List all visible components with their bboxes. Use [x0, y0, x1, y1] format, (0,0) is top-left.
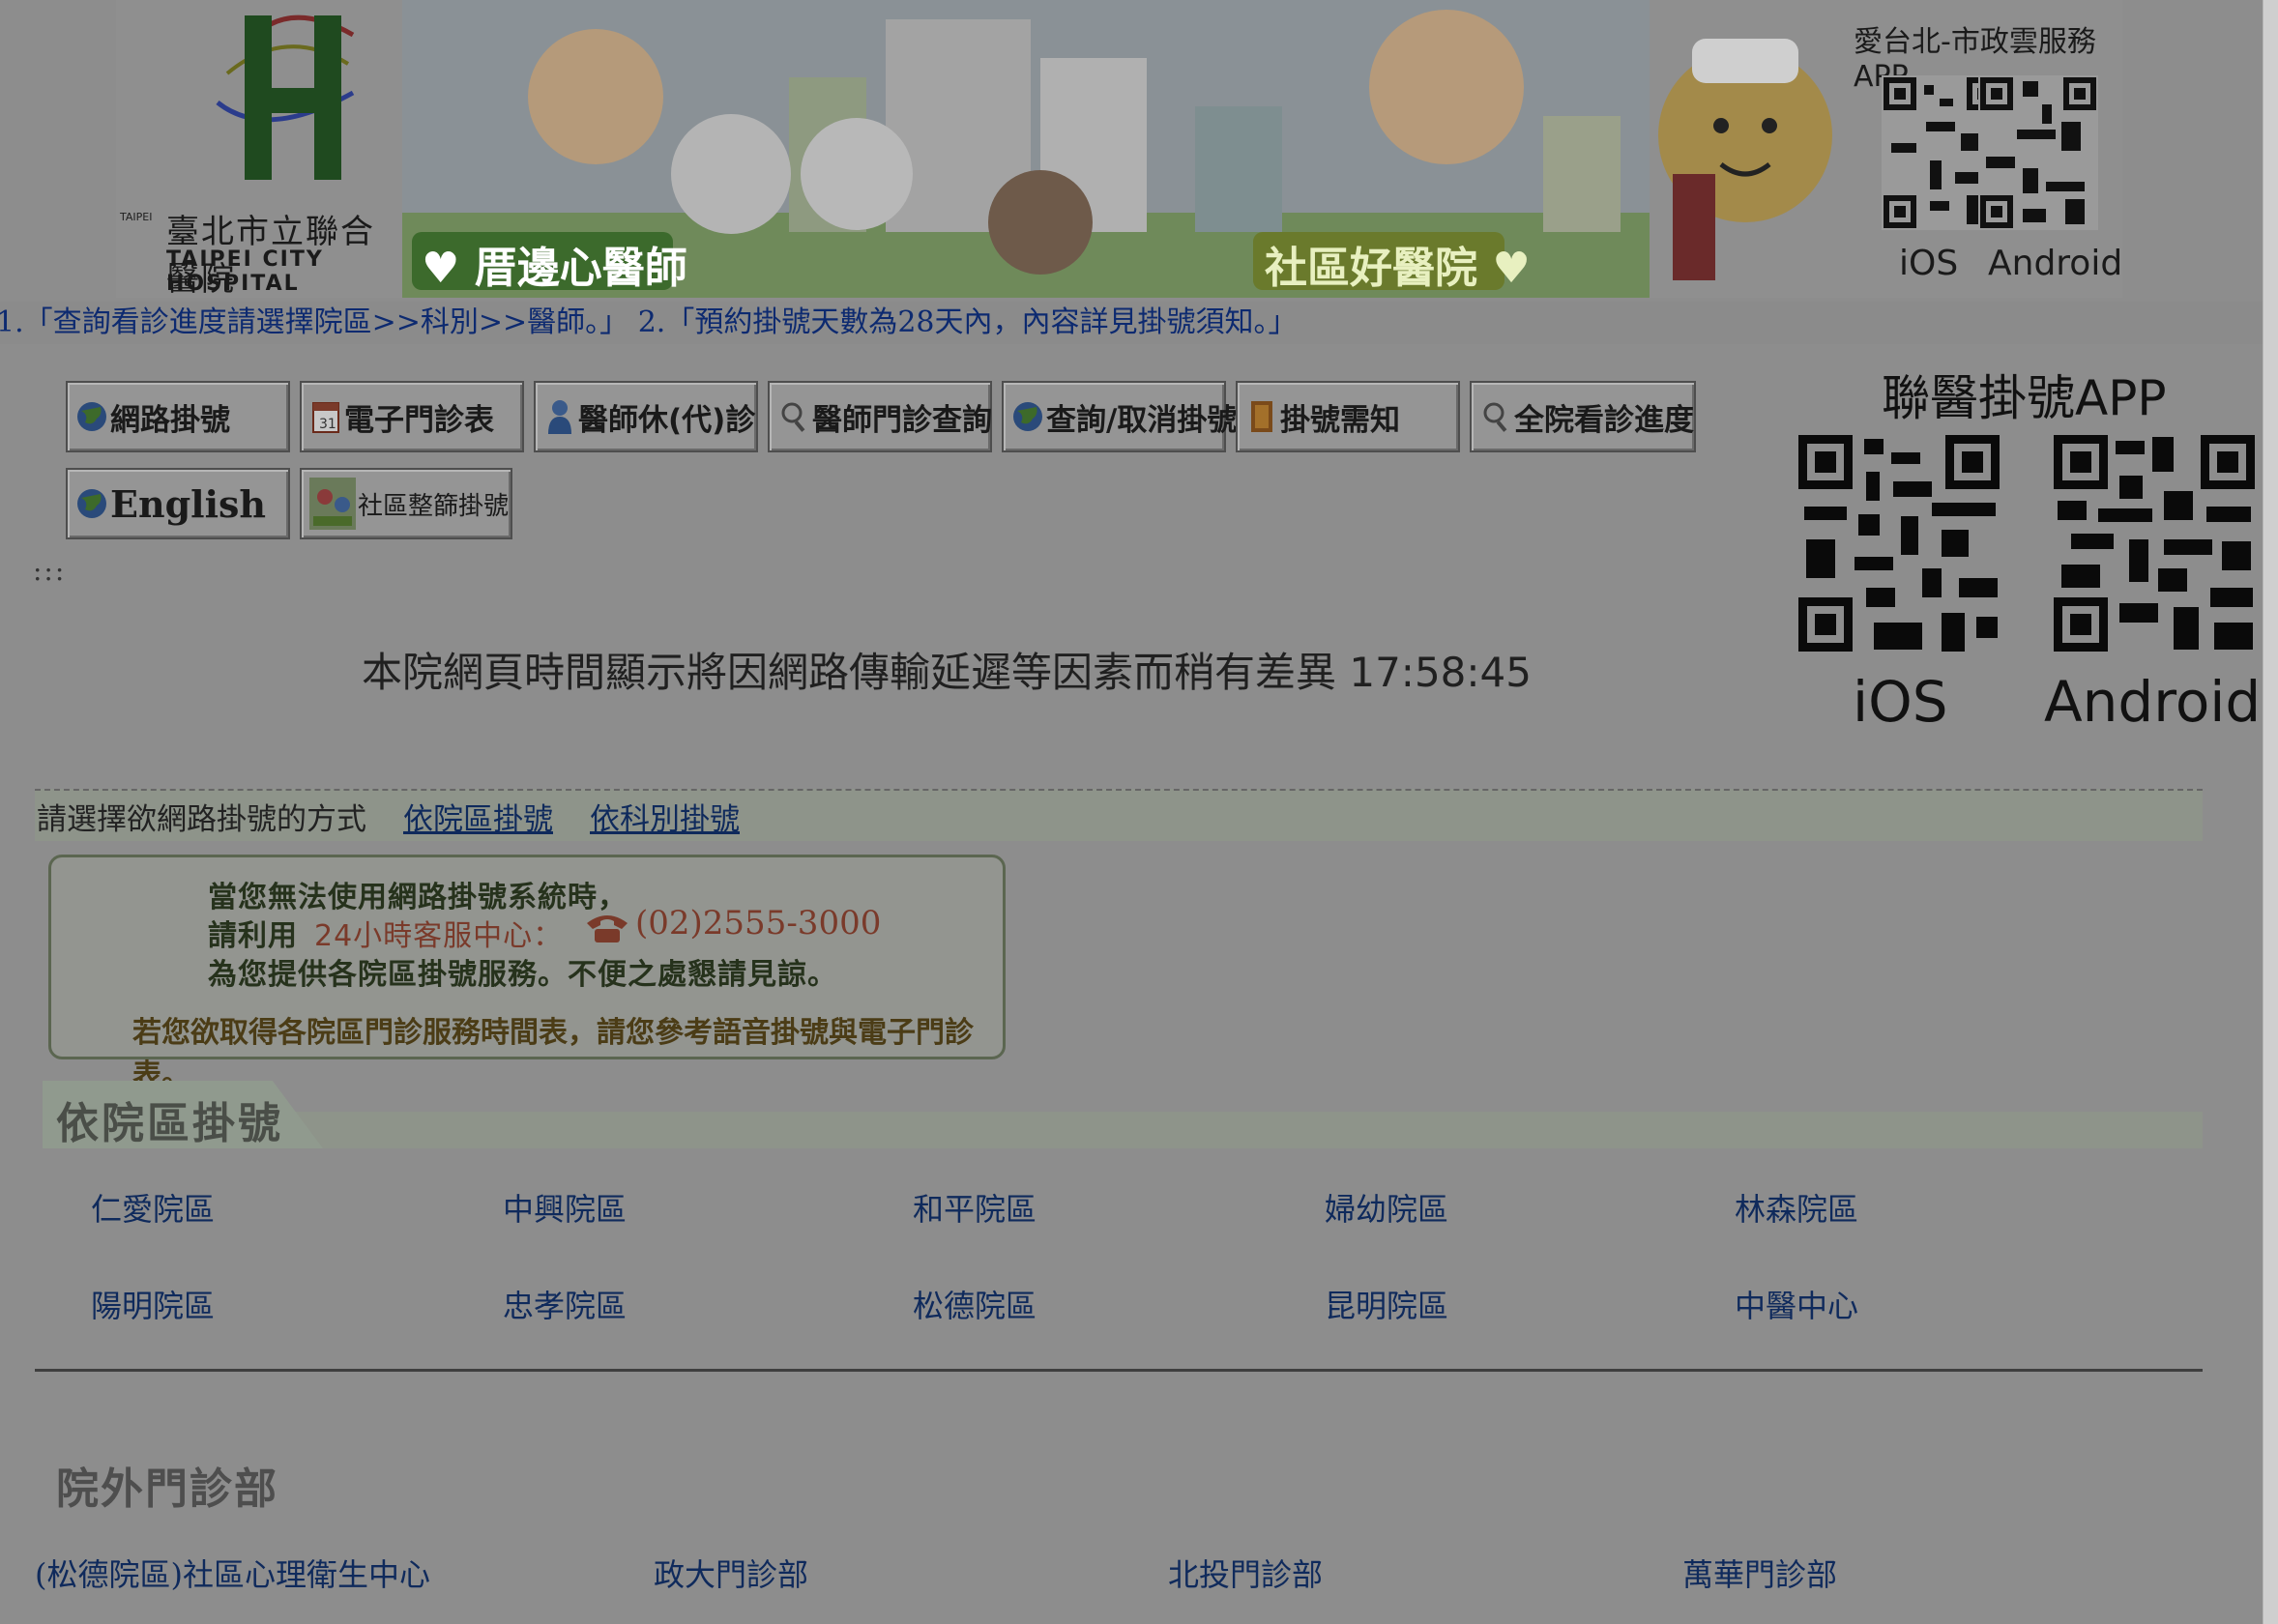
service-phone-number[interactable]: (02)2555-3000 [635, 904, 881, 942]
branch-link-yangming[interactable]: 陽明院區 [91, 1282, 215, 1326]
svg-text:31: 31 [319, 417, 336, 432]
time-notice: 本院網頁時間顯示將因網路傳輸延遲等因素而稍有差異 17:58:45 [362, 649, 1532, 696]
outpatient-link-zhengda[interactable]: 政大門診部 [654, 1551, 808, 1595]
branch-link-zhongxing[interactable]: 中興院區 [503, 1185, 627, 1230]
city-app-ios-label: iOS [1899, 244, 1959, 283]
branch-link-tcm-center[interactable]: 中醫中心 [1735, 1282, 1858, 1326]
banner-illustration: ♥ 厝邊心醫師 社區好醫院 ♥ [402, 0, 1650, 298]
section-divider [35, 1369, 2203, 1372]
registration-method-label: 請選擇欲網路掛號的方式 [37, 801, 366, 837]
e-clinic-schedule-label: 電子門診表 [344, 402, 494, 438]
callout-line-3: 為您提供各院區掛號服務。不便之處懇請見諒。 [208, 958, 837, 992]
city-cloud-app-box: 愛台北-市政雲服務APP iOS Android [1650, 0, 2122, 298]
query-cancel-registration-button[interactable]: 查詢/取消掛號 [1002, 381, 1237, 452]
branch-link-songde[interactable]: 松德院區 [913, 1282, 1037, 1326]
by-department-link[interactable]: 依科別掛號 [590, 795, 740, 838]
accesskey-anchor[interactable]: ::: [33, 555, 66, 587]
registration-app-android-label: Android [2044, 669, 2262, 735]
e-clinic-schedule-button[interactable]: 31 電子門診表 [300, 381, 524, 452]
registration-notice-label: 掛號需知 [1280, 402, 1400, 438]
english-label: English [110, 481, 267, 526]
hospital-h-logo-icon [216, 14, 355, 180]
registration-notice-button[interactable]: 掛號需知 [1236, 381, 1460, 452]
globe-icon [1013, 402, 1042, 431]
community-screening-label: 社區整篩掛號 [358, 491, 510, 521]
branch-link-zhongxiao[interactable]: 忠孝院區 [503, 1282, 627, 1326]
online-registration-button[interactable]: 網路掛號 [66, 381, 290, 452]
doctor-icon [548, 400, 571, 434]
query-cancel-registration-label: 查詢/取消掛號 [1046, 402, 1238, 438]
magnifier-icon [1483, 402, 1507, 432]
globe-icon [77, 489, 106, 518]
globe-icon [77, 402, 106, 431]
section-strip [43, 1112, 2203, 1148]
outpatient-link-beitou[interactable]: 北投門診部 [1168, 1551, 1323, 1595]
branch-section-header: 依院區掛號 [43, 1081, 2203, 1148]
registration-app-ios-label: iOS [1853, 669, 1948, 735]
branch-link-fuyou[interactable]: 婦幼院區 [1325, 1185, 1448, 1230]
qr-code-android-registration[interactable] [2052, 433, 2257, 653]
customer-service-callout: 當您無法使用網路掛號系統時， 請利用 24小時客服中心： (02)2555-30… [48, 855, 1006, 1092]
callout-line-2a: 請利用 [208, 919, 298, 953]
magnifier-icon [781, 402, 805, 432]
header-banner: TAIPEI 臺北市立聯合醫院 TAIPEI CITY HOSPITAL ♥ 厝… [116, 0, 2122, 299]
doctor-leave-button[interactable]: 醫師休(代)診 [534, 381, 758, 452]
telephone-icon [587, 915, 628, 942]
marquee-text: 1.「查詢看診進度請選擇院區>>科別>>醫師。」 2.「預約掛號天數為28天內，… [0, 305, 1298, 339]
qr-code-ios-registration[interactable] [1796, 433, 2001, 653]
branch-link-linsen[interactable]: 林森院區 [1735, 1185, 1858, 1230]
logo-text-en: TAIPEI CITY HOSPITAL [166, 247, 324, 296]
hospital-progress-label: 全院看診進度 [1514, 402, 1694, 438]
doctor-clinic-search-button[interactable]: 醫師門診查詢 [768, 381, 992, 452]
book-icon [1251, 401, 1272, 432]
english-button[interactable]: English [66, 468, 290, 539]
branch-link-heping[interactable]: 和平院區 [913, 1185, 1037, 1230]
hospital-progress-button[interactable]: 全院看診進度 [1470, 381, 1696, 452]
qr-code-android-city[interactable] [1978, 75, 2098, 230]
vertical-scrollbar[interactable] [2263, 0, 2278, 1624]
outpatient-section-title: 院外門診部 [56, 1464, 278, 1514]
slogan-right: 社區好醫院 ♥ [1265, 244, 1531, 293]
mascot-image [1658, 39, 1832, 280]
by-branch-link[interactable]: 依院區掛號 [403, 795, 553, 838]
city-app-android-label: Android [1988, 244, 2123, 283]
branch-link-kunming[interactable]: 昆明院區 [1325, 1282, 1448, 1326]
community-screening-button[interactable]: 社區整篩掛號 [300, 468, 512, 539]
registration-method-bar: 請選擇欲網路掛號的方式 依院區掛號 依科別掛號 [35, 789, 2203, 841]
outpatient-link-wanhua[interactable]: 萬華門診部 [1682, 1551, 1837, 1595]
announcement-marquee[interactable]: 1.「查詢看診進度請選擇院區>>科別>>醫師。」 2.「預約掛號天數為28天內，… [0, 302, 2263, 344]
doctor-clinic-search-label: 醫師門診查詢 [812, 402, 992, 438]
online-registration-label: 網路掛號 [110, 402, 230, 438]
calendar-icon: 31 [312, 402, 339, 433]
outpatient-link-mental-health[interactable]: (松德院區)社區心理衛生中心 [35, 1551, 430, 1595]
taipei-mark: TAIPEI [120, 211, 153, 223]
branch-section-title: 依院區掛號 [56, 1099, 283, 1148]
registration-app-title: 聯醫掛號APP [1882, 370, 2167, 426]
branch-link-renai[interactable]: 仁愛院區 [91, 1185, 215, 1230]
hospital-logo[interactable]: TAIPEI 臺北市立聯合醫院 TAIPEI CITY HOSPITAL [116, 0, 402, 299]
callout-line-2b: 24小時客服中心： [314, 919, 564, 953]
callout-line-1: 當您無法使用網路掛號系統時， [208, 881, 628, 914]
doctor-leave-label: 醫師休(代)診 [578, 402, 756, 438]
page-root: TAIPEI 臺北市立聯合醫院 TAIPEI CITY HOSPITAL ♥ 厝… [0, 0, 2263, 1624]
community-icon [309, 478, 356, 530]
slogan-left: ♥ 厝邊心醫師 [422, 244, 687, 293]
